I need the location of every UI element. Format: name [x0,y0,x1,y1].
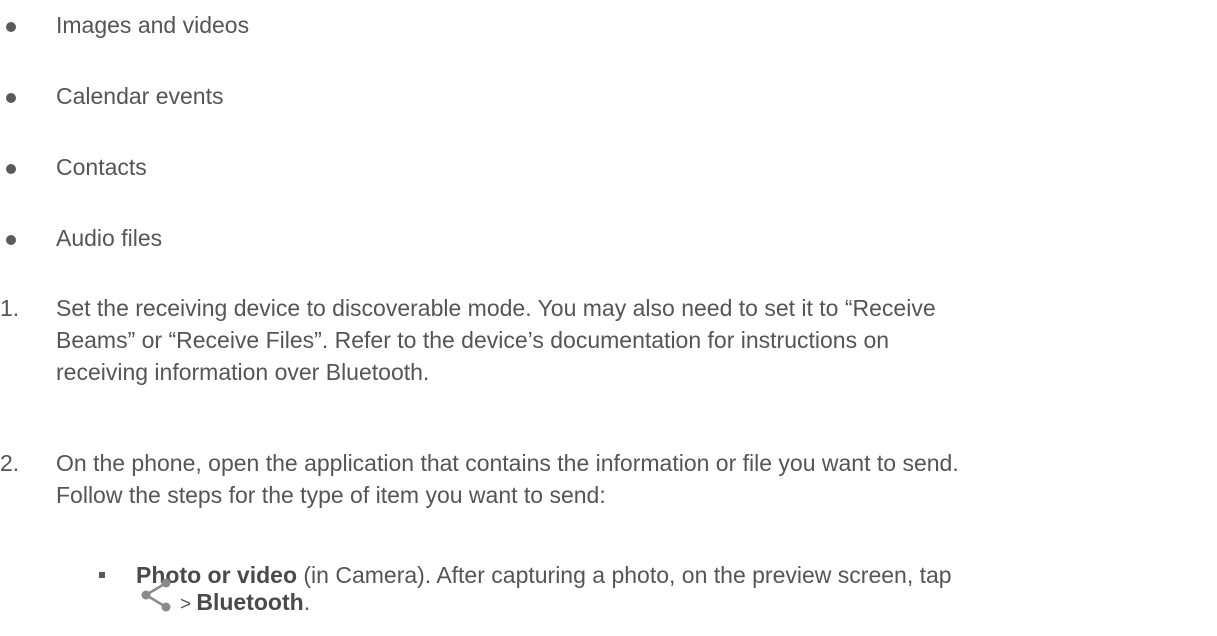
step-line: On the phone, open the application that … [56,450,959,476]
step-line: Follow the steps for the type of item yo… [56,482,606,508]
step-line: Beams” or “Receive Files”. Refer to the … [56,327,890,353]
bullet-dot [6,22,16,32]
list-item-text: Images and videos [56,12,250,38]
list-item-text: Audio files [56,225,163,251]
step-line: receiving information over Bluetooth. [56,359,430,385]
bullet-dot [6,235,16,245]
list-item-text: Calendar events [56,83,224,109]
share-icon [141,578,171,612]
bullet-dot [6,93,16,103]
bluetooth-label: Bluetooth [196,589,304,615]
step-text: On the phone, open the application that … [56,447,1216,511]
sub-item-description: (in Camera). After capturing a photo, on… [297,562,952,588]
document-page: Images and videos Calendar events Contac… [0,0,1217,619]
separator: > [180,594,197,615]
period: . [303,589,311,615]
step-text: Set the receiving device to discoverable… [56,292,1216,388]
step-number: 1. [0,295,20,321]
step-line: Set the receiving device to discoverable… [56,295,936,321]
step-number: 2. [0,450,20,476]
list-item-text: Contacts [56,154,147,180]
square-bullet [99,572,105,578]
bullet-dot [6,164,16,174]
sub-item-action-text: > Bluetooth. [180,586,310,621]
